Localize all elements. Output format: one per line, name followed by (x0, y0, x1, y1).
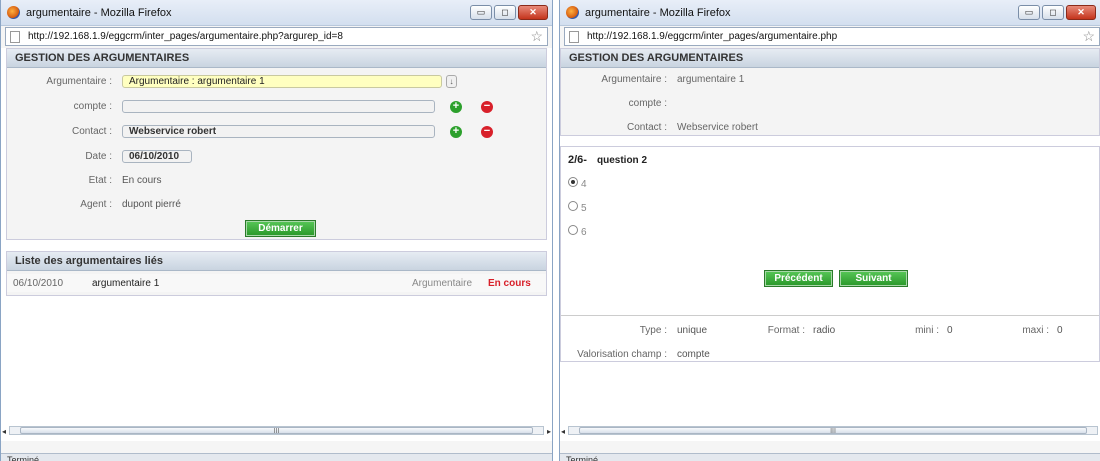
date-field[interactable]: 06/10/2010 (122, 150, 192, 163)
format-label: Format : (767, 325, 805, 336)
maxi-label: maxi : (1022, 325, 1049, 336)
remove-contact-icon[interactable]: − (481, 126, 493, 138)
row-type: Argumentaire (412, 278, 473, 289)
type-label: Type : (639, 325, 667, 336)
scroll-left-icon[interactable]: ◂ (561, 427, 565, 436)
scroll-thumb[interactable]: III (579, 427, 1087, 435)
option-radio-5[interactable] (568, 201, 578, 211)
firefox-icon (7, 6, 20, 19)
mini-label: mini : (915, 325, 939, 336)
argumentaire-select[interactable]: Argumentaire : argumentaire 1 (122, 75, 442, 88)
page-icon (569, 30, 579, 43)
maximize-button[interactable]: ◻ (494, 5, 516, 20)
title-bar: argumentaire - Mozilla Firefox ▭ ◻ ✕ (560, 0, 1100, 26)
row-status: En cours (488, 278, 531, 289)
bookmark-star-icon[interactable]: ☆ (530, 28, 543, 45)
linked-title: Liste des argumentaires liés (7, 252, 546, 271)
minimize-button[interactable]: ▭ (1018, 5, 1040, 20)
suivant-button[interactable]: Suivant (839, 270, 908, 287)
valorisation-label: Valorisation champ : (577, 349, 667, 360)
agent-label: Agent : (80, 199, 112, 210)
agent-value: dupont pierré (122, 199, 181, 210)
url-text[interactable]: http://192.168.1.9/eggcrm/inter_pages/ar… (587, 31, 837, 42)
contact-label: Contact : (71, 126, 112, 137)
contact-label: Contact : (626, 122, 667, 133)
mini-value: 0 (947, 325, 953, 336)
option-radio-6[interactable] (568, 225, 578, 235)
close-button[interactable]: ✕ (1066, 5, 1096, 20)
gestion-panel: GESTION DES ARGUMENTAIRES Argumentaire :… (560, 48, 1100, 136)
left-browser-window: argumentaire - Mozilla Firefox ▭ ◻ ✕ htt… (0, 0, 553, 461)
window-title: argumentaire - Mozilla Firefox (26, 6, 172, 19)
type-value: unique (677, 325, 708, 336)
compte-label: compte : (73, 101, 112, 112)
page-content: GESTION DES ARGUMENTAIRES Argumentaire :… (560, 48, 1100, 441)
contact-field[interactable]: Webservice robert (122, 125, 435, 138)
compte-label: compte : (628, 98, 667, 109)
option-label: 4 (581, 179, 587, 190)
maxi-value: 0 (1057, 325, 1063, 336)
firefox-icon (566, 6, 579, 19)
format-value: radio (813, 325, 836, 336)
valorisation-value: compte (677, 349, 710, 360)
option-label: 6 (581, 227, 587, 238)
etat-value: En cours (122, 175, 162, 186)
address-bar[interactable]: http://192.168.1.9/eggcrm/inter_pages/ar… (5, 27, 548, 46)
precedent-button[interactable]: Précédent (764, 270, 833, 287)
remove-compte-icon[interactable]: − (481, 101, 493, 113)
close-button[interactable]: ✕ (518, 5, 548, 20)
scroll-thumb[interactable]: III (20, 427, 533, 435)
question-panel: 2/6- question 2 4 5 6 Précédent Suivant … (560, 146, 1100, 362)
window-title: argumentaire - Mozilla Firefox (585, 6, 731, 19)
divider (561, 315, 1099, 316)
contact-value: Webservice robert (677, 122, 758, 133)
linked-panel: Liste des argumentaires liés 06/10/2010 … (6, 251, 547, 296)
add-contact-icon[interactable]: + (450, 126, 462, 138)
demarrer-button[interactable]: Démarrer (245, 220, 316, 237)
section-title: GESTION DES ARGUMENTAIRES (561, 49, 1099, 68)
compte-field[interactable] (122, 100, 435, 113)
argumentaire-label: Argumentaire : (601, 74, 667, 85)
scroll-right-icon[interactable]: ▸ (547, 427, 551, 436)
question-number: 2/6- (568, 154, 587, 166)
option-radio-4[interactable] (568, 177, 578, 187)
horizontal-scrollbar[interactable]: ◂ III ▸ (2, 426, 551, 436)
argumentaire-label: Argumentaire : (46, 76, 112, 87)
status-bar: Terminé (560, 453, 1100, 461)
scroll-left-icon[interactable]: ◂ (2, 427, 6, 436)
status-bar: Terminé (1, 453, 552, 461)
add-compte-icon[interactable]: + (450, 101, 462, 113)
section-title: GESTION DES ARGUMENTAIRES (7, 49, 546, 68)
maximize-button[interactable]: ◻ (1042, 5, 1064, 20)
argumentaire-value: argumentaire 1 (677, 74, 745, 85)
right-browser-window: argumentaire - Mozilla Firefox ▭ ◻ ✕ htt… (559, 0, 1100, 461)
date-label: Date : (85, 151, 112, 162)
address-bar[interactable]: http://192.168.1.9/eggcrm/inter_pages/ar… (564, 27, 1100, 46)
table-row[interactable]: 06/10/2010 argumentaire 1 Argumentaire E… (7, 274, 546, 292)
url-text[interactable]: http://192.168.1.9/eggcrm/inter_pages/ar… (28, 31, 343, 42)
question-text: question 2 (597, 155, 648, 166)
chevron-down-icon[interactable]: ↓ (446, 75, 457, 88)
page-content: GESTION DES ARGUMENTAIRES Argumentaire :… (1, 48, 552, 441)
bookmark-star-icon[interactable]: ☆ (1082, 28, 1095, 45)
minimize-button[interactable]: ▭ (470, 5, 492, 20)
horizontal-scrollbar[interactable]: ◂ III ▸ (561, 426, 1098, 436)
row-name[interactable]: argumentaire 1 (92, 278, 159, 289)
gestion-panel: GESTION DES ARGUMENTAIRES Argumentaire :… (6, 48, 547, 240)
page-icon (10, 30, 20, 43)
option-label: 5 (581, 203, 587, 214)
etat-label: Etat : (88, 175, 112, 186)
row-date: 06/10/2010 (13, 278, 64, 289)
title-bar: argumentaire - Mozilla Firefox ▭ ◻ ✕ (1, 0, 552, 26)
